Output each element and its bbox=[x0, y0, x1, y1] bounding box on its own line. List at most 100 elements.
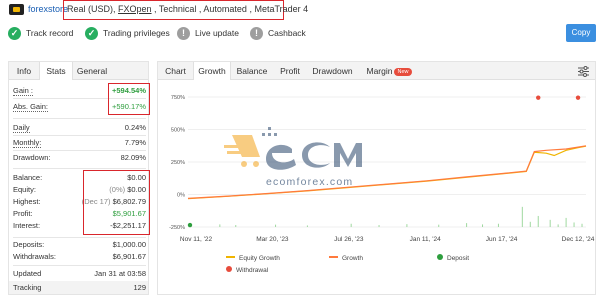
balance-label: Balance: bbox=[13, 173, 43, 182]
updated-label: Updated bbox=[13, 269, 42, 278]
track-record-status[interactable]: ✓ Track record bbox=[8, 24, 73, 42]
divider bbox=[13, 135, 146, 136]
tab-info[interactable]: Info bbox=[9, 62, 39, 80]
updated-value: Jan 31 at 03:58 bbox=[94, 269, 146, 278]
tab-stats[interactable]: Stats bbox=[39, 62, 73, 80]
tracking-label: Tracking bbox=[13, 283, 42, 292]
legend-withdrawal[interactable]: Withdrawal bbox=[226, 266, 268, 274]
check-icon: ✓ bbox=[8, 26, 21, 40]
status-row: ✓ Track record ✓ Trading privileges ! Li… bbox=[0, 24, 600, 42]
drawdown-row: Drawdown: 82.09% bbox=[13, 153, 146, 165]
y-tick-label: -250% bbox=[169, 225, 185, 231]
balance-highlight bbox=[83, 170, 150, 235]
tab-chart[interactable]: Chart bbox=[158, 62, 193, 80]
gain-label[interactable]: Gain : bbox=[13, 86, 34, 96]
tab-drawdown[interactable]: Drawdown bbox=[307, 62, 358, 80]
stats-tabs: Info Stats General bbox=[9, 62, 148, 80]
divider bbox=[13, 237, 146, 238]
monthly-value: 7.79% bbox=[124, 138, 146, 147]
check-icon: ✓ bbox=[85, 26, 98, 40]
withdrawal-point bbox=[575, 95, 581, 100]
tracking-bar: Tracking 129 bbox=[9, 281, 148, 294]
x-tick-label: Mar 20, '23 bbox=[256, 236, 289, 243]
x-tick-label: Jan 11, '24 bbox=[410, 236, 442, 243]
tracking-value: 129 bbox=[133, 283, 146, 292]
tab-growth[interactable]: Growth bbox=[193, 62, 231, 80]
track-record-label: Track record bbox=[26, 28, 74, 38]
divider bbox=[13, 118, 146, 119]
equity-label: Equity: bbox=[13, 185, 36, 194]
y-tick-label: 500% bbox=[171, 128, 185, 134]
monthly-label[interactable]: Monthly: bbox=[13, 138, 42, 148]
withdrawals-label: Withdrawals: bbox=[13, 252, 56, 261]
x-axis-ticks: Nov 11, '22 Mar 20, '23 Jul 26, '23 Jan 11,… bbox=[180, 236, 595, 243]
legend-deposit-label: Deposit bbox=[447, 255, 470, 262]
x-tick-label: Jul 26, '23 bbox=[334, 236, 364, 243]
deposits-label: Deposits: bbox=[13, 240, 45, 249]
deposit-point bbox=[187, 222, 193, 228]
x-tick-label: Jun 17, '24 bbox=[486, 236, 518, 243]
legend-equity-growth-label: Equity Growth bbox=[239, 255, 280, 262]
cashback-status[interactable]: ! Cashback bbox=[250, 24, 306, 42]
legend-deposit[interactable]: Deposit bbox=[437, 254, 469, 262]
daily-label[interactable]: Daily bbox=[13, 123, 30, 133]
divider bbox=[13, 150, 146, 151]
store-logo-icon[interactable] bbox=[9, 4, 24, 15]
deposits-value: $1,000.00 bbox=[112, 240, 146, 249]
tab-balance[interactable]: Balance bbox=[231, 62, 273, 80]
tab-margin[interactable]: Margin New bbox=[358, 62, 420, 80]
daily-bars bbox=[219, 206, 583, 227]
trading-privileges-status[interactable]: ✓ Trading privileges bbox=[85, 24, 170, 42]
chart-tabs: Chart Growth Balance Profit Drawdown Mar… bbox=[158, 62, 595, 80]
equity-growth-swatch bbox=[226, 256, 235, 258]
y-tick-label: 250% bbox=[171, 160, 185, 166]
y-tick-label: 750% bbox=[171, 95, 185, 101]
withdrawal-swatch bbox=[226, 266, 232, 272]
account-info: Real (USD), FXOpen , Technical , Automat… bbox=[67, 4, 308, 14]
copy-button[interactable]: Copy bbox=[566, 24, 596, 42]
gain-highlight bbox=[108, 83, 150, 115]
new-badge: New bbox=[394, 68, 412, 76]
deposits-row: Deposits: $1,000.00 bbox=[13, 240, 146, 252]
x-tick-label: Dec 12, '24 bbox=[562, 236, 595, 243]
legend-growth-label: Growth bbox=[342, 255, 363, 262]
drawdown-value: 82.09% bbox=[120, 153, 146, 162]
monthly-row: Monthly: 7.79% bbox=[13, 138, 146, 150]
live-update-status[interactable]: ! Live update bbox=[177, 24, 239, 42]
divider bbox=[13, 168, 146, 169]
growth-swatch bbox=[329, 256, 338, 258]
header: forexstore Real (USD), FXOpen , Technica… bbox=[0, 0, 600, 20]
profit-label: Profit: bbox=[13, 209, 33, 218]
cashback-label: Cashback bbox=[268, 28, 306, 38]
updated-row: Updated Jan 31 at 03:58 bbox=[13, 269, 146, 281]
deposit-swatch bbox=[437, 254, 443, 260]
withdrawals-row: Withdrawals: $6,901.67 bbox=[13, 252, 146, 264]
withdrawal-point bbox=[536, 95, 541, 100]
legend-growth[interactable]: Growth bbox=[329, 255, 363, 262]
broker-link[interactable]: FXOpen bbox=[118, 4, 152, 14]
drawdown-label: Drawdown: bbox=[13, 153, 51, 162]
tab-general[interactable]: General bbox=[73, 62, 111, 80]
info-icon: ! bbox=[250, 26, 263, 40]
stats-panel: Info Stats General Gain : +594.54% Abs. … bbox=[8, 61, 150, 295]
y-axis-ticks: 750% 500% 250% 0% -250% bbox=[169, 95, 185, 231]
interest-label: Interest: bbox=[13, 221, 41, 230]
legend-equity-growth[interactable]: Equity Growth bbox=[226, 255, 280, 262]
tracking-row: Tracking 129 bbox=[13, 283, 146, 295]
chart-settings-icon[interactable] bbox=[578, 66, 589, 77]
ecomforex-watermark-logo: ecomforex.com bbox=[224, 127, 362, 188]
daily-value: 0.24% bbox=[124, 123, 146, 132]
live-update-label: Live update bbox=[195, 28, 239, 38]
highest-label: Highest: bbox=[13, 197, 41, 206]
account-prefix: Real (USD), bbox=[67, 4, 119, 14]
divider bbox=[13, 265, 146, 266]
watermark-text: ecomforex.com bbox=[266, 176, 353, 188]
tab-profit[interactable]: Profit bbox=[273, 62, 307, 80]
trading-privileges-label: Trading privileges bbox=[103, 28, 170, 38]
abs-gain-label[interactable]: Abs. Gain: bbox=[13, 102, 49, 112]
x-tick-label: Nov 11, '22 bbox=[180, 236, 213, 243]
daily-row: Daily 0.24% bbox=[13, 123, 146, 135]
withdrawals-value: $6,901.67 bbox=[112, 252, 146, 261]
legend-withdrawal-label: Withdrawal bbox=[236, 267, 269, 274]
y-tick-label: 0% bbox=[177, 193, 185, 199]
